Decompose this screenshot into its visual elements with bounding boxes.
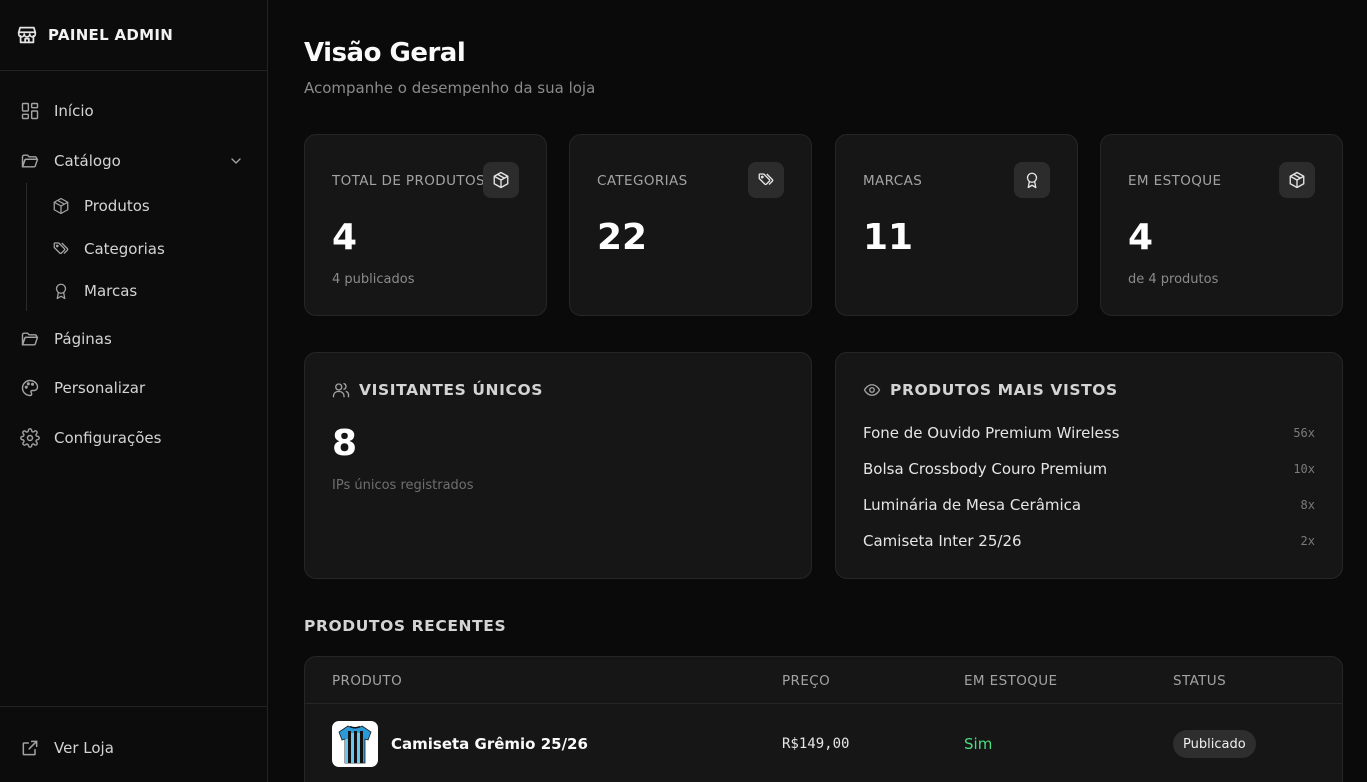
box-icon <box>52 197 70 215</box>
stat-card-em-estoque: EM ESTOQUE 4 de 4 produtos <box>1100 134 1343 316</box>
stat-value: 11 <box>863 217 914 258</box>
view-count: 56x <box>1293 426 1315 440</box>
external-link-icon <box>20 738 40 758</box>
list-item[interactable]: Luminária de Mesa Cerâmica 8x <box>863 493 1315 517</box>
tags-icon <box>748 162 784 198</box>
list-item[interactable]: Fone de Ouvido Premium Wireless 56x <box>863 421 1315 445</box>
most-viewed-panel: PRODUTOS MAIS VISTOS Fone de Ouvido Prem… <box>835 352 1343 579</box>
product-name: Luminária de Mesa Cerâmica <box>863 496 1082 514</box>
palette-icon <box>20 378 40 398</box>
product-price: R$149,00 <box>782 736 850 752</box>
sidebar-item-catalogo[interactable]: Catálogo <box>20 144 250 178</box>
folder-open-icon <box>20 151 40 171</box>
sidebar-subitem-label: Marcas <box>84 282 138 300</box>
most-viewed-heading: PRODUTOS MAIS VISTOS <box>863 381 1118 399</box>
sidebar-footer: Ver Loja <box>0 706 267 782</box>
product-name: Fone de Ouvido Premium Wireless <box>863 424 1120 442</box>
tags-icon <box>52 240 70 258</box>
sidebar-item-personalizar[interactable]: Personalizar <box>20 371 250 405</box>
eye-icon <box>863 381 881 399</box>
sidebar-item-configuracoes[interactable]: Configurações <box>20 421 250 455</box>
stat-card-total-produtos: TOTAL DE PRODUTOS 4 4 publicados <box>304 134 547 316</box>
stat-value: 4 <box>1128 217 1154 258</box>
award-icon <box>52 282 70 300</box>
stat-value: 22 <box>597 217 648 258</box>
sidebar-subitem-marcas[interactable]: Marcas <box>52 276 137 306</box>
sidebar-item-label: Início <box>54 102 94 120</box>
grid-icon <box>20 101 40 121</box>
view-store-link[interactable]: Ver Loja <box>20 731 250 765</box>
sidebar-subitem-categorias[interactable]: Categorias <box>52 234 165 264</box>
stat-value: 4 <box>332 217 358 258</box>
stat-card-categorias: CATEGORIAS 22 <box>569 134 812 316</box>
visitors-heading: VISITANTES ÚNICOS <box>332 381 543 399</box>
brand: PAINEL ADMIN <box>0 0 267 71</box>
view-count: 8x <box>1300 498 1315 512</box>
visitors-title: VISITANTES ÚNICOS <box>359 381 543 399</box>
view-store-label: Ver Loja <box>54 739 114 757</box>
list-item[interactable]: Camiseta Inter 25/26 2x <box>863 529 1315 553</box>
view-count: 10x <box>1293 462 1315 476</box>
product-name: Camiseta Inter 25/26 <box>863 532 1022 550</box>
visitors-panel: VISITANTES ÚNICOS 8 IPs únicos registrad… <box>304 352 812 579</box>
table-row[interactable]: Camiseta Grêmio 25/26 R$149,00 Sim Publi… <box>305 704 1342 782</box>
stock-status: Sim <box>964 735 993 753</box>
stat-sub: de 4 produtos <box>1128 272 1219 287</box>
box-icon <box>483 162 519 198</box>
sidebar-item-label: Páginas <box>54 330 112 348</box>
award-icon <box>1014 162 1050 198</box>
main-content: Visão Geral Acompanhe o desempenho da su… <box>268 0 1367 782</box>
users-icon <box>332 381 350 399</box>
sidebar-subitem-produtos[interactable]: Produtos <box>52 191 150 221</box>
sidebar-item-paginas[interactable]: Páginas <box>20 322 250 356</box>
stat-card-marcas: MARCAS 11 <box>835 134 1078 316</box>
sidebar-subitem-label: Produtos <box>84 197 150 215</box>
folder-open-icon <box>20 329 40 349</box>
brand-title: PAINEL ADMIN <box>48 26 174 44</box>
gear-icon <box>20 428 40 448</box>
product-name: Camiseta Grêmio 25/26 <box>391 735 588 753</box>
most-viewed-title: PRODUTOS MAIS VISTOS <box>890 381 1118 399</box>
stat-sub: 4 publicados <box>332 272 415 287</box>
visitors-value: 8 <box>332 423 358 464</box>
recent-products-title: PRODUTOS RECENTES <box>304 617 507 635</box>
column-header-status: STATUS <box>1173 673 1227 689</box>
column-header-preco: PREÇO <box>782 673 831 689</box>
table-header: PRODUTO PREÇO EM ESTOQUE STATUS <box>305 657 1342 704</box>
stat-label: EM ESTOQUE <box>1128 173 1222 189</box>
sidebar-item-label: Catálogo <box>54 152 121 170</box>
product-thumbnail <box>332 721 378 767</box>
stat-label: MARCAS <box>863 173 923 189</box>
submenu-divider <box>26 183 27 311</box>
column-header-estoque: EM ESTOQUE <box>964 673 1058 689</box>
visitors-sub: IPs únicos registrados <box>332 478 474 493</box>
page-subtitle: Acompanhe o desempenho da sua loja <box>304 79 596 97</box>
stat-label: TOTAL DE PRODUTOS <box>332 173 485 189</box>
status-badge: Publicado <box>1173 730 1256 758</box>
page-title: Visão Geral <box>304 38 466 68</box>
sidebar-item-label: Personalizar <box>54 379 146 397</box>
stat-label: CATEGORIAS <box>597 173 688 189</box>
sidebar-item-label: Configurações <box>54 429 162 447</box>
view-count: 2x <box>1300 534 1315 548</box>
sidebar-subitem-label: Categorias <box>84 240 165 258</box>
sidebar: PAINEL ADMIN Início Catálogo Produtos Ca… <box>0 0 268 782</box>
chevron-down-icon[interactable] <box>228 153 244 169</box>
box-icon <box>1279 162 1315 198</box>
sidebar-item-inicio[interactable]: Início <box>20 94 250 128</box>
list-item[interactable]: Bolsa Crossbody Couro Premium 10x <box>863 457 1315 481</box>
store-icon <box>16 24 38 46</box>
recent-products-table: PRODUTO PREÇO EM ESTOQUE STATUS Camiseta… <box>304 656 1343 782</box>
column-header-produto: PRODUTO <box>332 673 403 689</box>
product-name: Bolsa Crossbody Couro Premium <box>863 460 1108 478</box>
